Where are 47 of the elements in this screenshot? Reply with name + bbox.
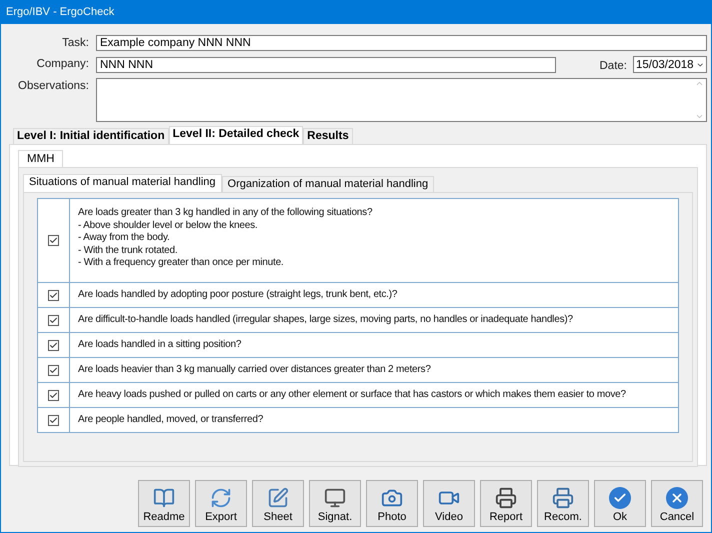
checkbox[interactable] [48, 414, 59, 426]
question-text: Are loads greater than 3 kg handled in any of the following situations? - Above shoulder level or below the knees. - Away from the body. - With the trunk rotated. - With a frequency greater than once per minute. [78, 207, 372, 270]
toolbar-button[interactable]: Ok [594, 480, 646, 527]
printer-icon [495, 487, 517, 509]
close-icon [666, 487, 688, 509]
question-text: Are people handled, moved, or transferred? [78, 414, 264, 426]
tab[interactable]: MMH [18, 150, 64, 167]
date-picker[interactable]: 15/03/2018 [633, 56, 707, 73]
tab[interactable]: Situations of manual material handling [23, 174, 222, 192]
checkbox[interactable] [48, 235, 59, 246]
toolbar-button[interactable]: Report [480, 480, 532, 527]
toolbar-button[interactable]: Export [195, 480, 247, 527]
refresh-icon [210, 487, 232, 509]
toolbar-button[interactable]: Photo [366, 480, 418, 527]
toolbar-button[interactable]: Recom. [537, 480, 589, 527]
camera-icon [381, 487, 403, 509]
toolbar-button[interactable]: Video [423, 480, 475, 527]
sheet-edit-icon [267, 487, 289, 509]
tab[interactable]: Level II: Detailed check [168, 126, 304, 144]
field-label: Observations: [17, 79, 89, 94]
check-icon [609, 487, 631, 509]
task-field[interactable]: Example company NNN NNN [96, 35, 707, 51]
checkbox[interactable] [48, 340, 59, 350]
monitor-icon [324, 487, 346, 509]
tab[interactable]: Level I: Initial identification [13, 128, 169, 144]
toolbar-button[interactable]: Cancel [651, 480, 703, 527]
toolbar-button[interactable]: Sheet [252, 480, 304, 527]
question-text: Are loads handled by adopting poor posture (straight legs, trunk bent, etc.)? [78, 288, 398, 302]
field-label: Company: [36, 57, 89, 72]
company-field[interactable]: NNN NNN [96, 56, 556, 72]
checkbox[interactable] [48, 290, 59, 300]
toolbar-button[interactable]: Readme [138, 480, 190, 527]
field-label: Date: [600, 58, 627, 72]
tab[interactable]: Results [303, 128, 353, 144]
question-text: Are loads handled in a sitting position? [78, 338, 242, 352]
checkbox[interactable] [48, 364, 59, 376]
question-text: Are loads heavier than 3 kg manually carried over distances greater than 2 meters? [78, 364, 431, 376]
date-value: 15/03/2018 [636, 58, 694, 70]
checkbox[interactable] [48, 390, 59, 400]
toolbar-button[interactable]: Signat. [309, 480, 361, 527]
book-icon [153, 487, 175, 509]
field-label: Task: [61, 36, 89, 51]
question-text: Are heavy loads pushed or pulled on carts or any other element or surface that has castors or which makes them easier to move? [78, 388, 626, 402]
window-title: Ergo/IBV - ErgoCheck [1, 0, 711, 24]
tab[interactable]: Organization of manual material handling [222, 176, 434, 192]
checkbox[interactable] [48, 314, 59, 326]
question-text: Are difficult-to-handle loads handled (irregular shapes, large sizes, moving parts, no handles or inadequate handles)? [78, 314, 573, 326]
